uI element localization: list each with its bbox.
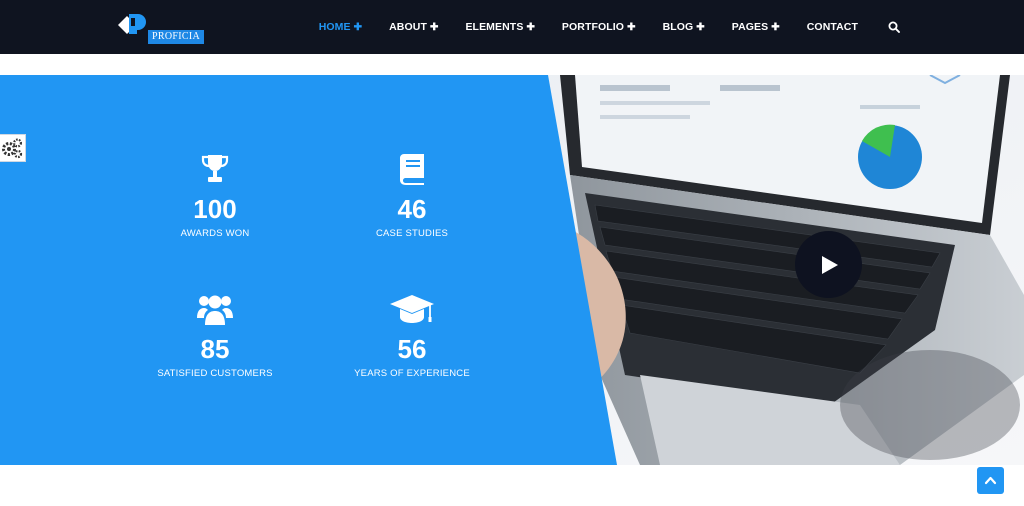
nav-item-label: BLOG — [662, 21, 694, 33]
blue-panel — [0, 75, 617, 465]
plus-icon: ✚ — [627, 21, 636, 33]
book-icon — [400, 154, 424, 185]
nav-item-home[interactable]: HOME ✚ — [319, 21, 362, 33]
stat-label: SATISFIED CUSTOMERS — [157, 368, 273, 379]
search-icon[interactable] — [888, 21, 900, 33]
nav-item-label: ABOUT — [389, 21, 427, 33]
nav-item-label: PAGES — [731, 21, 769, 33]
stat-label: YEARS OF EXPERIENCE — [354, 368, 470, 379]
nav-item-label: ELEMENTS — [465, 21, 524, 33]
stat-experience: 56 YEARS OF EXPERIENCE — [322, 292, 502, 379]
trophy-icon — [201, 155, 229, 182]
play-icon — [822, 256, 838, 274]
stat-value: 56 — [397, 334, 427, 364]
nav-item-blog[interactable]: BLOG ✚ — [663, 21, 705, 33]
stat-value: 100 — [193, 194, 237, 224]
nav-item-label: PORTFOLIO — [561, 21, 625, 33]
stats-hero-section: 100 AWARDS WON 46 CASE STUDIES 85 SATISF… — [0, 75, 1024, 465]
nav-item-about[interactable]: ABOUT ✚ — [389, 21, 438, 33]
nav-item-elements[interactable]: ELEMENTS ✚ — [465, 21, 534, 33]
stat-label: CASE STUDIES — [375, 228, 449, 239]
plus-icon: ✚ — [526, 21, 535, 33]
stat-awards: 100 AWARDS WON — [125, 152, 305, 239]
nav-item-label: CONTACT — [806, 21, 858, 33]
main-nav: HOME ✚ ABOUT ✚ ELEMENTS ✚ PORTFOLIO ✚ BLOG ✚ … — [292, 0, 900, 54]
logo-text: PROFICIA — [148, 30, 204, 44]
plus-icon: ✚ — [771, 21, 780, 33]
users-icon — [197, 295, 233, 325]
gears-icon — [2, 138, 23, 159]
stat-value: 46 — [397, 194, 427, 224]
stat-customers: 85 SATISFIED CUSTOMERS — [125, 292, 305, 379]
nav-item-label: HOME — [318, 21, 351, 33]
logo-mark-icon — [118, 14, 146, 34]
settings-toggle-button[interactable] — [0, 134, 26, 162]
video-play-button[interactable] — [795, 231, 862, 298]
plus-icon: ✚ — [429, 21, 439, 33]
scroll-to-top-button[interactable] — [977, 467, 1004, 494]
proficia-logo[interactable]: PROFICIA — [116, 10, 206, 46]
stat-label: AWARDS WON — [180, 228, 250, 239]
graduation-cap-icon — [390, 295, 434, 323]
plus-icon: ✚ — [696, 21, 705, 33]
plus-icon: ✚ — [353, 21, 363, 33]
top-navbar: PROFICIA HOME ✚ ABOUT ✚ ELEMENTS ✚ PORTFOLI… — [0, 0, 1024, 54]
nav-item-portfolio[interactable]: PORTFOLIO ✚ — [562, 21, 636, 33]
stat-case-studies: 46 CASE STUDIES — [322, 152, 502, 239]
stat-value: 85 — [200, 334, 230, 364]
chevron-up-icon — [984, 476, 997, 485]
nav-item-pages[interactable]: PAGES ✚ — [732, 21, 780, 33]
nav-item-contact[interactable]: CONTACT — [807, 21, 858, 33]
